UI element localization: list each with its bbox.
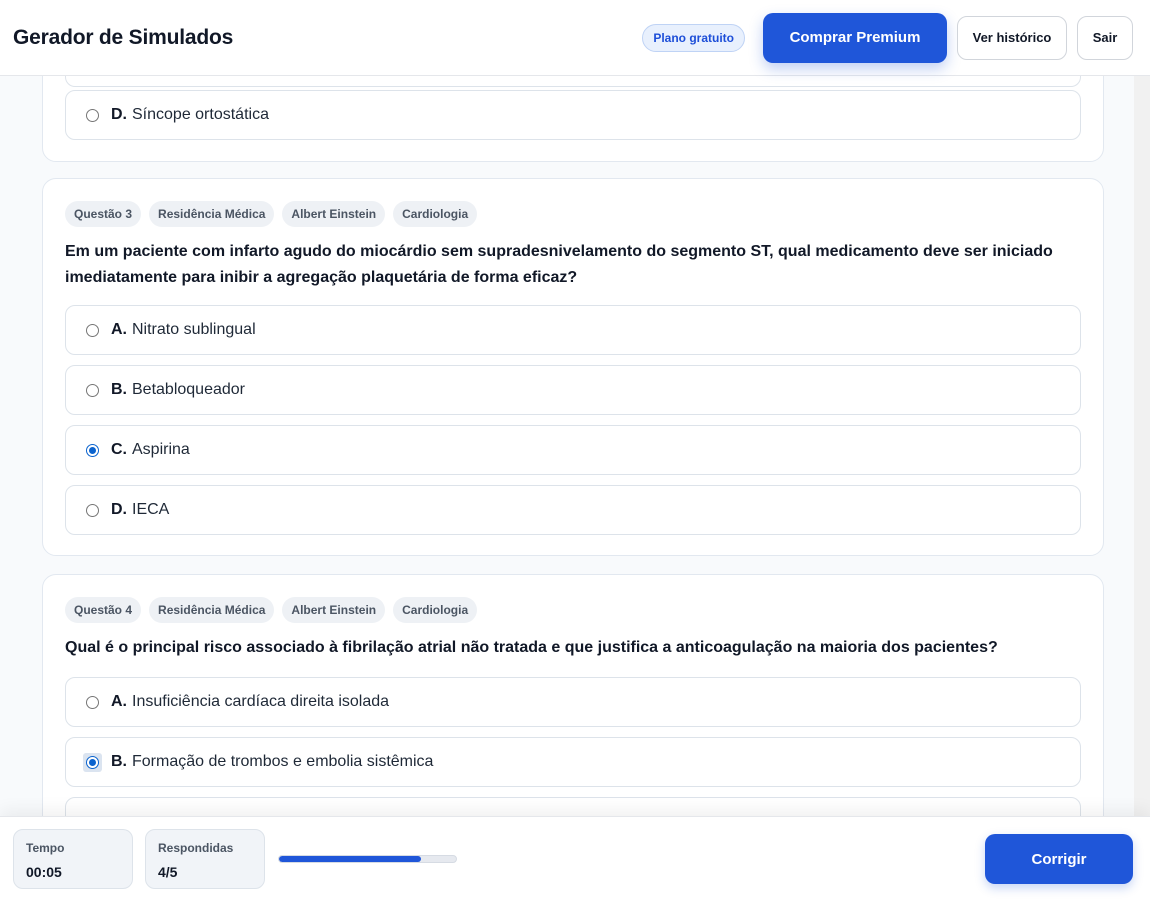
option-letter: D.: [111, 501, 127, 518]
question-tags: Questão 4 Residência Médica Albert Einst…: [65, 597, 485, 623]
answered-box: Respondidas 4/5: [145, 829, 265, 889]
view-history-button[interactable]: Ver histórico: [957, 15, 1067, 60]
option-partial[interactable]: [65, 76, 1081, 87]
app-title: Gerador de Simulados: [13, 25, 234, 49]
scrollbar-spacer: [1137, 76, 1147, 816]
option-a[interactable]: A. Insuficiência cardíaca direita isolad…: [65, 677, 1081, 727]
tag-specialty: Cardiologia: [393, 597, 478, 623]
timer-label: Tempo: [26, 841, 65, 855]
radio-button-selected[interactable]: [86, 755, 99, 769]
option-text: Formação de trombos e embolia sistêmica: [132, 753, 434, 770]
scrollbar-track[interactable]: [1134, 76, 1150, 816]
question-tags: Questão 3 Residência Médica Albert Einst…: [65, 201, 485, 227]
question-text: Qual é o principal risco associado à fib…: [65, 639, 998, 656]
option-text: Aspirina: [132, 441, 190, 458]
buy-premium-button[interactable]: Comprar Premium: [763, 12, 947, 63]
question-card: D. Síncope ortostática: [42, 76, 1104, 162]
radio-button[interactable]: [86, 383, 99, 397]
exit-button[interactable]: Sair: [1077, 15, 1133, 60]
radio-wrap: [83, 693, 102, 712]
timer-box: Tempo 00:05: [13, 829, 133, 889]
option-letter: A.: [111, 693, 127, 710]
tag-institution: Albert Einstein: [282, 597, 386, 623]
top-header: Gerador de Simulados Plano gratuito Comp…: [0, 0, 1150, 76]
radio-wrap: [83, 752, 102, 772]
radio-button[interactable]: [86, 695, 99, 709]
option-text: Insuficiência cardíaca direita isolada: [132, 693, 390, 710]
option-d[interactable]: D. IECA: [65, 485, 1081, 535]
questions-scroll-area[interactable]: D. Síncope ortostática Questão 3 Residên…: [0, 76, 1150, 816]
option-letter: B.: [111, 381, 127, 398]
radio-wrap: [83, 106, 102, 125]
radio-wrap: [83, 441, 102, 460]
radio-button-selected[interactable]: [86, 443, 99, 457]
option-text: IECA: [132, 501, 170, 518]
radio-button[interactable]: [86, 503, 99, 517]
question-card: Questão 3 Residência Médica Albert Einst…: [42, 178, 1104, 556]
radio-wrap: [83, 321, 102, 340]
radio-button[interactable]: [86, 108, 99, 122]
option-letter: C.: [111, 441, 127, 458]
answered-label: Respondidas: [158, 841, 234, 855]
option-b[interactable]: B. Formação de trombos e embolia sistêmi…: [65, 737, 1081, 787]
plan-badge: Plano gratuito: [642, 23, 745, 52]
timer-value: 00:05: [26, 864, 62, 880]
radio-wrap: [83, 381, 102, 400]
bottom-bar: Tempo 00:05 Respondidas 4/5 Corrigir: [0, 816, 1150, 900]
question-text: Em um paciente com infarto agudo do mioc…: [65, 243, 1053, 286]
option-partial[interactable]: [65, 797, 1081, 816]
header-actions: Plano gratuito Comprar Premium Ver histó…: [642, 12, 1133, 63]
option-a[interactable]: A. Nitrato sublingual: [65, 305, 1081, 355]
tag-institution: Albert Einstein: [282, 201, 386, 227]
correct-button[interactable]: Corrigir: [985, 834, 1133, 884]
option-letter: D.: [111, 106, 127, 123]
option-letter: B.: [111, 753, 127, 770]
option-letter: A.: [111, 321, 127, 338]
progress-bar-fill: [279, 856, 421, 862]
option-text: Betabloqueador: [132, 381, 245, 398]
option-text: Nitrato sublingual: [132, 321, 256, 338]
tag-specialty: Cardiologia: [393, 201, 478, 227]
question-card: Questão 4 Residência Médica Albert Einst…: [42, 574, 1104, 816]
tag-question-number: Questão 4: [65, 597, 142, 623]
progress-bar: [278, 855, 457, 863]
option-c[interactable]: C. Aspirina: [65, 425, 1081, 475]
option-d[interactable]: D. Síncope ortostática: [65, 90, 1081, 140]
radio-button[interactable]: [86, 323, 99, 337]
radio-wrap: [83, 501, 102, 520]
option-b[interactable]: B. Betabloqueador: [65, 365, 1081, 415]
tag-question-number: Questão 3: [65, 201, 142, 227]
tag-exam: Residência Médica: [149, 597, 275, 623]
tag-exam: Residência Médica: [149, 201, 275, 227]
option-text: Síncope ortostática: [132, 106, 269, 123]
answered-value: 4/5: [158, 864, 178, 880]
